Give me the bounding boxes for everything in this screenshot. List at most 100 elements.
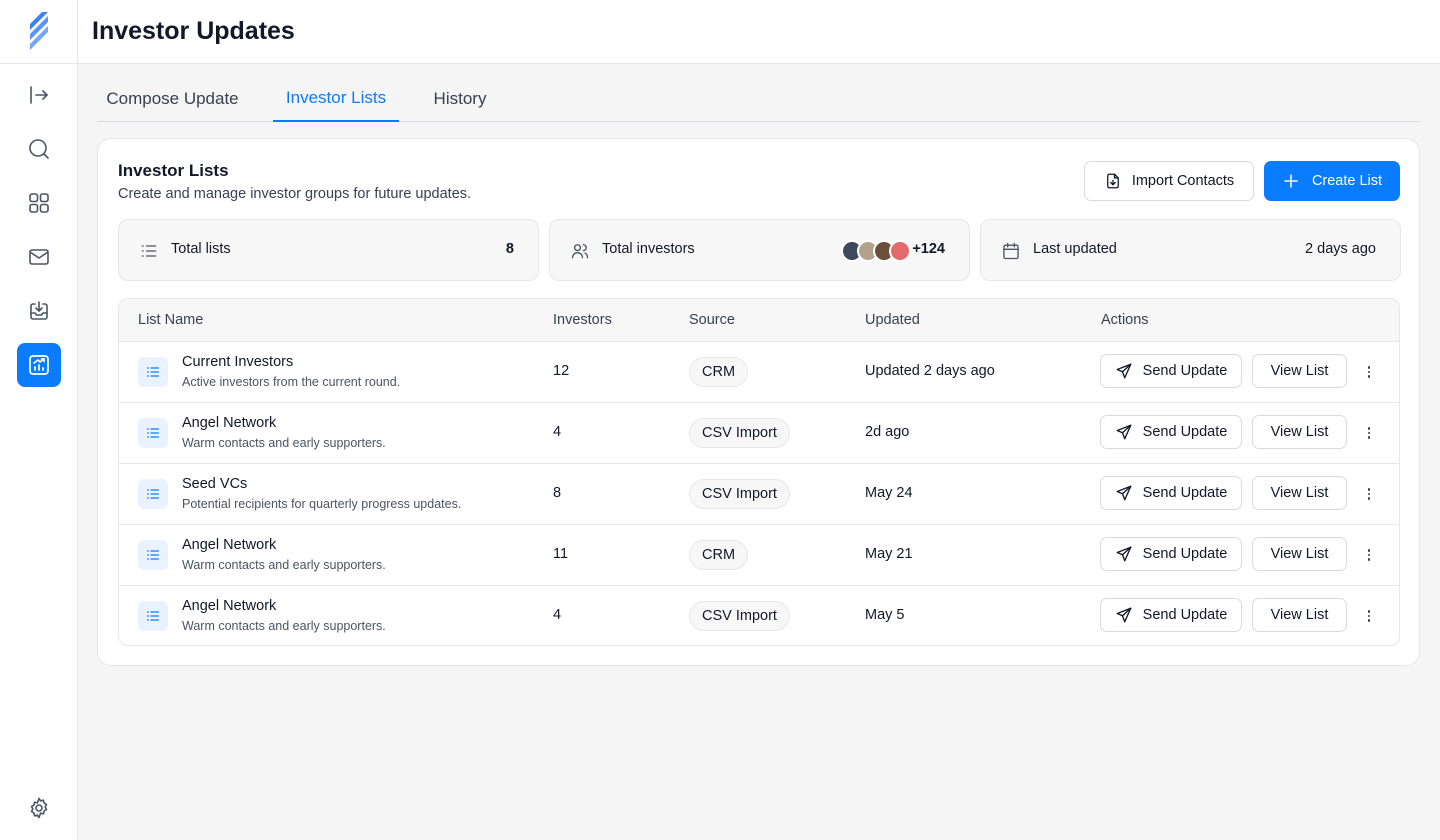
- table-header: List Name Investors Source Updated Actio…: [119, 299, 1399, 342]
- table-row[interactable]: Current Investors Active investors from …: [119, 342, 1399, 403]
- import-contacts-button[interactable]: Import Contacts: [1084, 161, 1254, 201]
- list-name[interactable]: Current Investors: [182, 354, 293, 370]
- sidebar-settings-button[interactable]: [17, 786, 61, 830]
- sidebar-mail-button[interactable]: [17, 235, 61, 279]
- send-update-button[interactable]: Send Update: [1100, 415, 1242, 449]
- file-import-icon: [1106, 173, 1119, 189]
- table-row[interactable]: Seed VCs Potential recipients for quarte…: [119, 464, 1399, 525]
- list-name[interactable]: Angel Network: [182, 415, 276, 431]
- more-options-icon[interactable]: [1359, 422, 1379, 444]
- stat-last-updated: Last updated 2 days ago: [980, 219, 1401, 281]
- source-badge: CRM: [689, 357, 749, 387]
- updated-text: May 5: [865, 607, 905, 623]
- sidebar-search-button[interactable]: [17, 127, 61, 171]
- tab-bar: Compose Update Investor Lists History: [97, 76, 1420, 122]
- logo-icon: [29, 11, 48, 50]
- view-list-label: View List: [1270, 363, 1329, 379]
- list-icon: [138, 357, 168, 387]
- chart-trend-icon: [29, 355, 49, 375]
- send-update-button[interactable]: Send Update: [1100, 354, 1242, 388]
- table-row[interactable]: Angel Network Warm contacts and early su…: [119, 586, 1399, 645]
- list-icon: [138, 418, 168, 448]
- list-description: Warm contacts and early supporters.: [182, 558, 386, 572]
- column-header: Investors: [553, 312, 612, 328]
- avatar: [889, 240, 911, 262]
- table-row[interactable]: Angel Network Warm contacts and early su…: [119, 403, 1399, 464]
- view-list-button[interactable]: View List: [1252, 354, 1347, 388]
- grid-icon: [29, 193, 49, 213]
- more-options-icon[interactable]: [1359, 483, 1379, 505]
- send-update-label: Send Update: [1142, 546, 1228, 562]
- more-options-icon[interactable]: [1359, 544, 1379, 566]
- updated-text: May 24: [865, 485, 913, 501]
- send-update-label: Send Update: [1142, 363, 1228, 379]
- column-header: Updated: [865, 312, 920, 328]
- table-row[interactable]: Angel Network Warm contacts and early su…: [119, 525, 1399, 586]
- list-icon: [138, 540, 168, 570]
- card-title: Investor Lists: [118, 161, 229, 180]
- app-logo[interactable]: [0, 0, 77, 64]
- updated-text: 2d ago: [865, 424, 910, 440]
- investor-count: 4: [553, 607, 562, 623]
- more-options-icon[interactable]: [1359, 605, 1379, 627]
- sidebar: [0, 0, 78, 840]
- plus-icon: [1284, 174, 1298, 188]
- page-title: Investor Updates: [92, 17, 295, 45]
- list-name[interactable]: Seed VCs: [182, 476, 247, 492]
- source-badge: CSV Import: [689, 479, 790, 509]
- sidebar-dashboard-button[interactable]: [17, 181, 61, 225]
- list-name[interactable]: Angel Network: [182, 598, 276, 614]
- tab-history[interactable]: History: [426, 76, 494, 122]
- send-update-label: Send Update: [1142, 424, 1228, 440]
- send-icon: [1116, 424, 1132, 440]
- sidebar-inbox-button[interactable]: [17, 289, 61, 333]
- list-description: Warm contacts and early supporters.: [182, 436, 386, 450]
- send-icon: [1116, 607, 1132, 623]
- tab-compose-update[interactable]: Compose Update: [97, 76, 248, 122]
- view-list-label: View List: [1270, 607, 1329, 623]
- send-update-button[interactable]: Send Update: [1100, 537, 1242, 571]
- view-list-label: View List: [1270, 546, 1329, 562]
- users-icon: [571, 244, 589, 259]
- column-header: Source: [689, 312, 735, 328]
- view-list-label: View List: [1270, 485, 1329, 501]
- send-icon: [1116, 485, 1132, 501]
- source-badge: CRM: [689, 540, 749, 570]
- send-update-label: Send Update: [1142, 607, 1228, 623]
- inbox-download-icon: [30, 301, 48, 320]
- list-icon: [138, 601, 168, 631]
- investor-count: 11: [553, 546, 569, 562]
- send-update-label: Send Update: [1142, 485, 1228, 501]
- avatar-group: [841, 240, 913, 262]
- list-icon: [141, 245, 157, 257]
- import-contacts-label: Import Contacts: [1131, 173, 1235, 189]
- stat-value: +124: [912, 241, 945, 257]
- view-list-button[interactable]: View List: [1252, 476, 1347, 510]
- view-list-label: View List: [1270, 424, 1329, 440]
- stat-label: Last updated: [1033, 241, 1117, 257]
- send-update-button[interactable]: Send Update: [1100, 476, 1242, 510]
- tab-investor-lists[interactable]: Investor Lists: [273, 76, 399, 122]
- calendar-icon: [1003, 242, 1019, 260]
- investor-count: 4: [553, 424, 562, 440]
- view-list-button[interactable]: View List: [1252, 598, 1347, 632]
- gear-icon: [30, 797, 48, 819]
- card-subtitle: Create and manage investor groups for fu…: [118, 186, 472, 202]
- column-header: Actions: [1101, 312, 1149, 328]
- investor-count: 12: [553, 363, 570, 379]
- stat-value: 2 days ago: [1305, 241, 1376, 257]
- investor-count: 8: [553, 485, 562, 501]
- sidebar-expand-button[interactable]: [17, 73, 61, 117]
- view-list-button[interactable]: View List: [1252, 415, 1347, 449]
- investor-lists-card: Investor Lists Create and manage investo…: [97, 138, 1420, 666]
- stat-label: Total lists: [171, 241, 231, 257]
- updated-text: Updated 2 days ago: [865, 363, 995, 379]
- list-name[interactable]: Angel Network: [182, 537, 276, 553]
- sidebar-investor-updates-button[interactable]: [17, 343, 61, 387]
- more-options-icon[interactable]: [1359, 361, 1379, 383]
- send-update-button[interactable]: Send Update: [1100, 598, 1242, 632]
- list-description: Potential recipients for quarterly progr…: [182, 497, 462, 511]
- create-list-button[interactable]: Create List: [1264, 161, 1400, 201]
- top-header: Investor Updates: [78, 0, 1440, 64]
- view-list-button[interactable]: View List: [1252, 537, 1347, 571]
